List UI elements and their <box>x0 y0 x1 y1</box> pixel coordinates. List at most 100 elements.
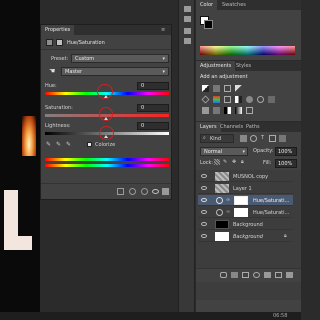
colorize-checkbox[interactable] <box>87 142 92 147</box>
opacity-field[interactable]: 100% <box>275 147 297 156</box>
channel-mixer-icon[interactable] <box>257 96 264 103</box>
photo-filter-icon[interactable] <box>246 96 253 103</box>
new-adjustment-icon[interactable] <box>253 272 260 278</box>
color-lookup-icon[interactable] <box>268 96 275 103</box>
hue-saturation-icon[interactable] <box>213 96 220 103</box>
visibility-eye-icon[interactable] <box>152 189 159 194</box>
filter-smart-object-icon[interactable] <box>279 135 286 142</box>
dock-icon-actions[interactable] <box>184 16 191 22</box>
dock-icon-brush[interactable] <box>184 28 191 34</box>
preset-dropdown[interactable]: Custom ▾ <box>71 54 169 63</box>
fx-icon[interactable] <box>231 272 238 278</box>
layer-mask-thumbnail <box>234 208 248 217</box>
lock-icon: 🔒︎ <box>284 233 287 239</box>
saturation-value-field[interactable]: 0 <box>137 104 169 112</box>
tab-swatches[interactable]: Swatches <box>218 0 250 10</box>
adjustment-layer-icon[interactable] <box>46 39 53 46</box>
background-color-swatch[interactable] <box>204 20 213 29</box>
layer-filter-dropdown[interactable]: ⌕ Kind <box>200 134 234 143</box>
eyedropper-icon[interactable]: ✎ <box>46 141 51 148</box>
new-layer-icon[interactable] <box>275 272 282 278</box>
mask-icon[interactable] <box>56 39 63 46</box>
link-layers-icon[interactable] <box>220 272 227 278</box>
fill-field[interactable]: 100% <box>275 159 297 168</box>
visibility-eye-icon[interactable] <box>201 234 207 238</box>
layer-filter-value: Kind <box>210 136 222 142</box>
lock-position-icon[interactable]: ✥ <box>232 159 236 165</box>
color-tabbar: Color Swatches <box>196 0 301 10</box>
gradient-map-icon[interactable] <box>235 107 242 114</box>
channel-dropdown[interactable]: Master ▾ <box>61 67 169 76</box>
curves-icon[interactable] <box>224 85 231 92</box>
chain-link-icon[interactable]: ∞ <box>226 197 230 203</box>
tab-paths[interactable]: Paths <box>242 122 264 132</box>
brightness-contrast-icon[interactable] <box>202 85 209 92</box>
layer-name: Layer 1 <box>233 186 252 192</box>
color-spectrum-ramp[interactable] <box>200 46 295 55</box>
visibility-eye-icon[interactable] <box>201 210 207 214</box>
visibility-eye-icon[interactable] <box>201 174 207 178</box>
divider <box>41 49 171 50</box>
saturation-label: Saturation: <box>45 105 73 111</box>
chain-link-icon[interactable]: ∞ <box>226 209 230 215</box>
black-white-icon[interactable] <box>235 96 242 103</box>
trash-icon[interactable] <box>162 188 169 195</box>
tab-styles[interactable]: Styles <box>232 61 255 71</box>
layer-row[interactable]: Background <box>198 219 293 230</box>
adjustment-title: Hue/Saturation <box>67 40 105 46</box>
lightness-label: Lightness: <box>45 123 71 129</box>
dock-icon-character[interactable] <box>184 38 191 44</box>
hue-value-field[interactable]: 0 <box>137 82 169 90</box>
layer-row[interactable]: ∞ Hue/Saturati... <box>198 207 293 218</box>
visibility-eye-icon[interactable] <box>201 198 207 202</box>
lightness-value-field[interactable]: 0 <box>137 122 169 130</box>
color-balance-icon[interactable] <box>224 96 231 103</box>
tab-color[interactable]: Color <box>196 0 218 10</box>
add-mask-icon[interactable] <box>242 272 249 278</box>
chevron-down-icon: ▾ <box>242 149 245 155</box>
eyedropper-plus-icon[interactable]: ✎ <box>56 141 61 148</box>
chevron-down-icon: ▾ <box>162 69 165 75</box>
invert-icon[interactable] <box>202 107 209 114</box>
layer-row[interactable]: Background 🔒︎ <box>198 231 293 242</box>
layer-row[interactable]: Layer 1 <box>198 183 293 194</box>
layer-row-selected[interactable]: ∞ Hue/Saturati... <box>198 195 293 206</box>
visibility-eye-icon[interactable] <box>201 186 207 190</box>
vibrance-icon[interactable] <box>201 95 210 104</box>
filter-shape-icon[interactable] <box>269 135 276 142</box>
reset-icon[interactable] <box>141 188 148 195</box>
channel-value: Master <box>65 69 83 75</box>
exposure-icon[interactable] <box>235 85 242 92</box>
saturation-value: 0 <box>141 105 145 111</box>
visibility-eye-icon[interactable] <box>201 222 207 226</box>
tab-adjustments[interactable]: Adjustments <box>196 61 236 71</box>
threshold-icon[interactable] <box>224 107 231 114</box>
dock-icon-history[interactable] <box>184 6 191 12</box>
lock-image-icon[interactable]: ✎ <box>223 159 227 165</box>
document-canvas[interactable] <box>0 0 40 320</box>
panel-menu-icon[interactable]: ≡ <box>161 27 165 33</box>
fill-label: Fill: <box>263 160 272 166</box>
properties-panel: Properties ≡ Hue/Saturation Preset: Cust… <box>40 24 172 200</box>
tab-properties[interactable]: Properties <box>41 25 75 35</box>
lock-label: Lock: <box>200 160 214 166</box>
filter-type-icon[interactable]: T <box>261 135 264 141</box>
filter-pixel-icon[interactable] <box>240 135 247 142</box>
trash-icon[interactable] <box>286 272 293 278</box>
targeted-adjustment-hand-icon[interactable]: ☚ <box>49 67 55 75</box>
clip-to-layer-icon[interactable] <box>117 188 124 195</box>
blend-mode-dropdown[interactable]: Normal ▾ <box>200 147 248 156</box>
new-group-icon[interactable] <box>264 272 271 278</box>
view-previous-icon[interactable] <box>129 188 136 195</box>
levels-icon[interactable] <box>213 85 220 92</box>
lock-all-icon[interactable]: 🔒︎ <box>241 159 244 165</box>
layer-thumbnail <box>215 172 229 181</box>
lock-transparent-icon[interactable] <box>214 159 220 165</box>
filter-adjustment-icon[interactable] <box>250 135 257 142</box>
layer-row[interactable]: MUSNOL copy <box>198 171 293 182</box>
input-color-bar <box>45 158 169 161</box>
posterize-icon[interactable] <box>213 107 220 114</box>
selective-color-icon[interactable] <box>246 107 253 114</box>
eyedropper-minus-icon[interactable]: ✎ <box>66 141 71 148</box>
panel-dock-strip <box>178 0 195 320</box>
